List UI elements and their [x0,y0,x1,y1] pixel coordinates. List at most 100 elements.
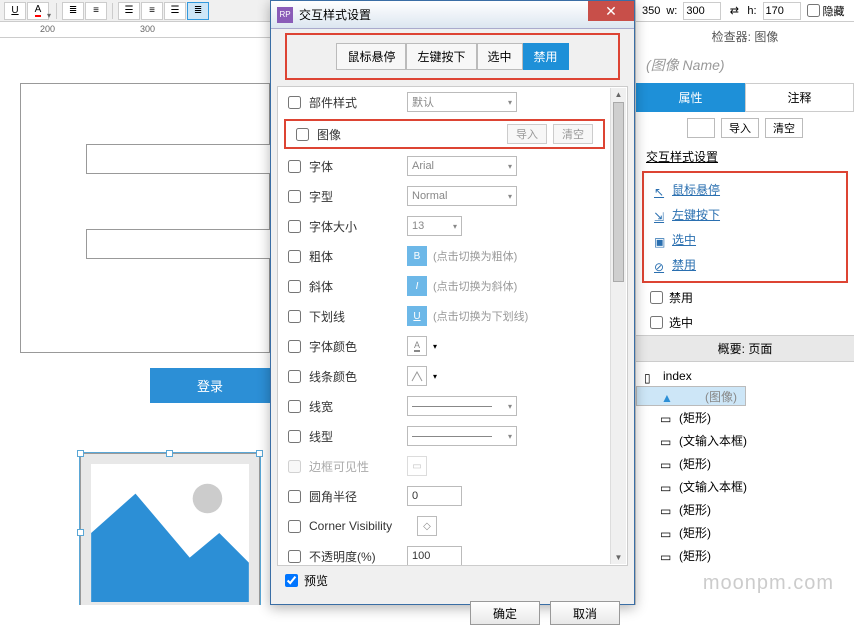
checkbox-underline[interactable] [288,310,301,323]
tab-selected[interactable]: 选中 [477,43,523,70]
tree-item-rect[interactable]: ▭(矩形) [636,521,854,544]
border-vis-btn: ▭ [407,456,427,476]
interaction-links: ↖鼠标悬停 ⇲左键按下 ▣选中 ⊘禁用 [642,171,848,283]
tab-mousedown[interactable]: 左键按下 [406,43,476,70]
align-right-button[interactable]: ☰ [164,2,186,20]
login-button[interactable]: 登录 [150,368,270,403]
checkbox-font-color[interactable] [288,340,301,353]
ruler-horizontal: 200 300 [0,22,270,38]
click-icon: ⇲ [654,210,666,220]
checkbox-line-width[interactable] [288,400,301,413]
line-color-picker[interactable] [407,366,427,386]
font-color-button[interactable]: A [27,2,49,20]
underline-toggle[interactable]: U [407,306,427,326]
dialog-title: 交互样式设置 [299,6,628,23]
align-center-button[interactable]: ≡ [141,2,163,20]
disable-icon: ⊘ [654,260,666,270]
hidden-checkbox[interactable] [807,4,820,17]
import-button[interactable]: 导入 [507,124,547,144]
link-mousedown[interactable]: ⇲左键按下 [654,202,836,227]
text-input-2[interactable] [86,229,270,259]
checkbox-widget-style[interactable] [288,96,301,109]
checkbox-font[interactable] [288,160,301,173]
align-justify-button[interactable]: ≣ [187,2,209,20]
tab-disabled[interactable]: 禁用 [523,43,569,70]
align-left-button[interactable]: ☰ [118,2,140,20]
number-list-button[interactable]: ≡ [85,2,107,20]
tree-item-page[interactable]: ▯index [636,366,854,386]
checkbox-line-type[interactable] [288,430,301,443]
checkbox-disable[interactable] [650,291,663,304]
blank-button[interactable] [687,118,715,138]
form-container[interactable] [20,83,270,353]
page-icon: ▯ [644,371,658,382]
rect-icon: ▭ [660,504,674,515]
scrollbar[interactable]: ▲ ▼ [610,88,626,564]
lock-icon[interactable]: ⇄ [727,4,741,18]
select-style[interactable]: Normal▾ [407,186,517,206]
select-size[interactable]: 13▾ [407,216,462,236]
checkbox-image[interactable] [296,128,309,141]
bullet-list-button[interactable]: ≣ [62,2,84,20]
input-icon: ▭ [660,481,674,492]
select-widget-style[interactable]: 默认▾ [407,92,517,112]
text-input-1[interactable] [86,144,270,174]
checkbox-opacity[interactable] [288,550,301,563]
input-icon: ▭ [660,435,674,446]
inspector-title: 检查器: 图像 [636,22,854,51]
image-widget[interactable] [80,453,260,605]
corner-vis-btn[interactable]: ◇ [417,516,437,536]
input-corner[interactable]: 0 [407,486,462,506]
checkbox-preview[interactable] [285,574,298,587]
clear-button[interactable]: 清空 [553,124,593,144]
tree-item-rect[interactable]: ▭(矩形) [636,544,854,567]
interaction-style-dialog: RP 交互样式设置 ✕ 鼠标悬停 左键按下 选中 禁用 ▲ ▼ 部件样式 默认▾… [270,0,635,605]
position-bar: 350 w: ⇄ h: 隐藏 [636,0,854,22]
cursor-icon: ↖ [654,185,666,195]
tab-properties[interactable]: 属性 [636,83,745,112]
widget-name-hint[interactable]: (图像 Name) [636,51,854,83]
image-icon: ▲ [661,391,675,402]
dialog-body: ▲ ▼ 部件样式 默认▾ 图像 导入 清空 字体Arial▾ 字型Normal▾… [277,86,628,566]
row-image: 图像 导入 清空 [284,119,605,149]
dialog-titlebar[interactable]: RP 交互样式设置 ✕ [271,1,634,29]
section-interaction-styles: 交互样式设置 [636,144,854,169]
input-opacity[interactable]: 100 [407,546,462,566]
height-input[interactable] [763,2,801,20]
select-font[interactable]: Arial▾ [407,156,517,176]
tree-item-rect[interactable]: ▭(矩形) [636,498,854,521]
checkbox-italic[interactable] [288,280,301,293]
checkbox-bold[interactable] [288,250,301,263]
tree-item-image[interactable]: ▲(图像) [636,386,746,406]
link-selected[interactable]: ▣选中 [654,227,836,252]
tab-notes[interactable]: 注释 [745,83,854,112]
link-disabled[interactable]: ⊘禁用 [654,252,836,277]
inspector-clear-button[interactable]: 清空 [765,118,803,138]
bold-toggle[interactable]: B [407,246,427,266]
tree-item-rect[interactable]: ▭(矩形) [636,406,854,429]
width-input[interactable] [683,2,721,20]
checkbox-corner-vis[interactable] [288,520,301,533]
tree-item-rect[interactable]: ▭(矩形) [636,452,854,475]
select-icon: ▣ [654,235,666,245]
close-button[interactable]: ✕ [588,1,634,21]
font-color-picker[interactable]: A [407,336,427,356]
tab-hover[interactable]: 鼠标悬停 [336,43,406,70]
tree-item-input[interactable]: ▭(文输入本框) [636,475,854,498]
underline-button[interactable]: U [4,2,26,20]
select-line-width[interactable]: ▾ [407,396,517,416]
checkbox-corner[interactable] [288,490,301,503]
select-line-type[interactable]: ▾ [407,426,517,446]
link-hover[interactable]: ↖鼠标悬停 [654,177,836,202]
checkbox-style[interactable] [288,190,301,203]
rect-icon: ▭ [660,458,674,469]
checkbox-border-vis [288,460,301,473]
app-icon: RP [277,7,293,23]
checkbox-line-color[interactable] [288,370,301,383]
tree-item-input[interactable]: ▭(文输入本框) [636,429,854,452]
checkbox-size[interactable] [288,220,301,233]
rect-icon: ▭ [660,550,674,561]
italic-toggle[interactable]: I [407,276,427,296]
checkbox-select[interactable] [650,316,663,329]
inspector-import-button[interactable]: 导入 [721,118,759,138]
